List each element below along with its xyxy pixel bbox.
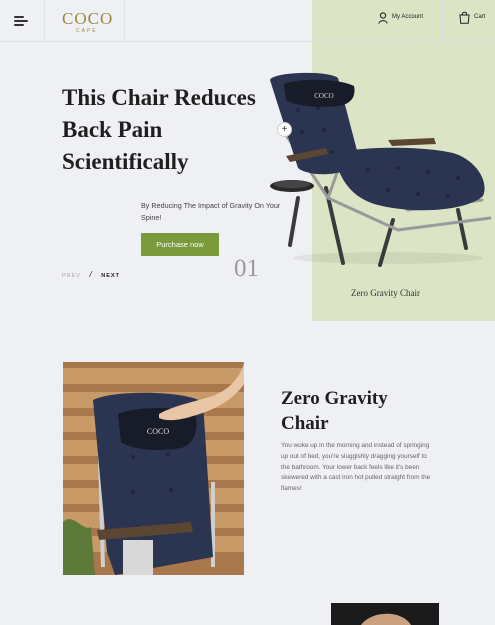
hero-subtitle: By Reducing The Impact of Gravity On You… (141, 201, 281, 222)
feature-title: Zero Gravity Chair (281, 388, 388, 434)
slide-pager: PREV / NEXT (62, 270, 120, 279)
logo-text: COCO (62, 9, 114, 28)
feature-chair-photo: COCO (63, 362, 244, 575)
purchase-now-button[interactable]: Purchase now (141, 233, 219, 256)
prev-button[interactable]: PREV (62, 273, 81, 279)
pager-separator: / (89, 270, 93, 279)
cart-link[interactable]: Cart (443, 0, 495, 42)
pillow-logo: COCO (314, 92, 333, 100)
hero-caption: Zero Gravity Chair (351, 288, 420, 298)
shopping-bag-icon (459, 11, 470, 24)
logo[interactable]: COCO CAPE (45, 0, 125, 42)
hero-title: This Chair Reduces Back Pain Scientifica… (62, 85, 256, 174)
slide-number: 01 (234, 255, 259, 282)
next-section-photo (331, 603, 439, 625)
cart-label: Cart (474, 14, 486, 20)
hamburger-icon[interactable] (14, 15, 28, 27)
site-header: COCO CAPE My Account Cart (0, 0, 495, 42)
feature-pillow-logo: COCO (147, 427, 169, 436)
user-icon (378, 12, 388, 24)
hotspot-plus-button[interactable]: + (277, 122, 292, 137)
my-account-link[interactable]: My Account (363, 0, 443, 42)
hero-chair-image: COCO (270, 72, 492, 267)
logo-subtext: CAPE (76, 28, 98, 34)
next-button[interactable]: NEXT (101, 273, 120, 279)
my-account-label: My Account (392, 14, 424, 20)
feature-body: You woke up in the morning and instead o… (281, 442, 431, 493)
menu-button[interactable] (0, 0, 45, 42)
